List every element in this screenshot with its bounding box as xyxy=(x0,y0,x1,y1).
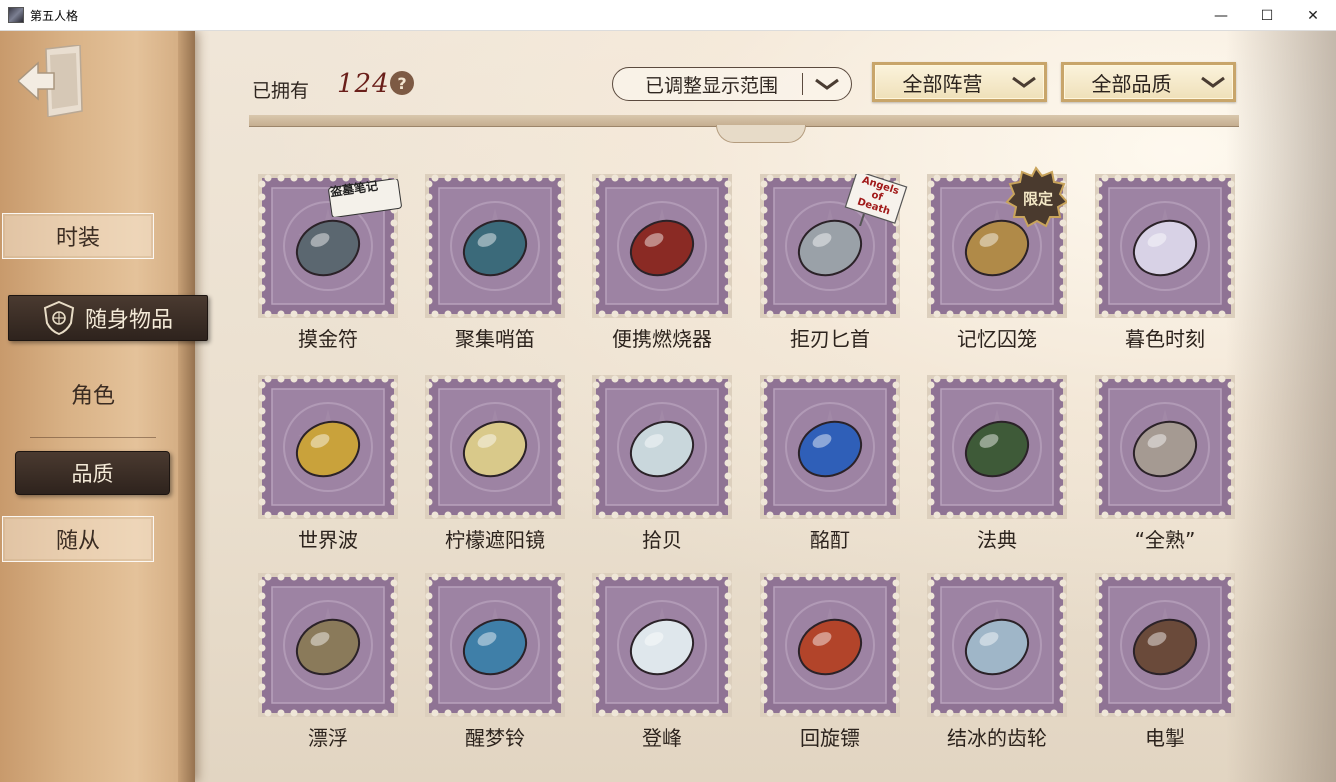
sidebar-item-label: 随从 xyxy=(55,529,100,554)
sidebar-item-quality[interactable]: 品质 xyxy=(15,451,170,495)
accessory-item[interactable]: 便携燃烧器 xyxy=(592,174,732,354)
item-name: 拾贝 xyxy=(642,528,682,552)
item-stamp-icon xyxy=(1095,174,1235,318)
accessory-item[interactable]: 限定记忆囚笼 xyxy=(927,166,1067,354)
accessory-item[interactable]: 法典 xyxy=(927,375,1067,555)
item-stamp-icon xyxy=(258,375,398,519)
window-title: 第五人格 xyxy=(30,8,79,23)
accessory-item[interactable]: 酩酊 xyxy=(760,375,900,555)
sidebar-item-label: 随身物品 xyxy=(84,308,173,333)
chevron-down-icon xyxy=(803,77,851,91)
sidebar-divider xyxy=(30,437,156,438)
item-name: 拒刃匕首 xyxy=(790,327,870,351)
item-name: 记忆囚笼 xyxy=(957,327,1037,351)
item-stamp-icon xyxy=(760,573,900,717)
right-shadow xyxy=(1226,31,1336,782)
accessory-item[interactable]: 电掣 xyxy=(1095,573,1235,753)
item-name: 漂浮 xyxy=(308,726,348,750)
limited-badge-label: 限定 xyxy=(1023,190,1054,208)
close-button[interactable]: ✕ xyxy=(1290,0,1336,31)
item-name: 法典 xyxy=(977,528,1017,552)
accessory-item[interactable]: Angels of Death 拒刃匕首 xyxy=(760,174,908,354)
owned-label: 已拥有 xyxy=(252,80,310,102)
window-titlebar: 第五人格 — ☐ ✕ xyxy=(0,0,1336,31)
item-name: 酩酊 xyxy=(810,528,850,552)
quality-select-label: 全部品质 xyxy=(1091,71,1172,96)
item-name: 登峰 xyxy=(642,726,682,750)
item-name: 聚集哨笛 xyxy=(455,327,535,351)
item-name: 摸金符 xyxy=(298,327,358,351)
item-name: 世界波 xyxy=(298,528,358,552)
sidebar-item-label: 角色 xyxy=(70,384,115,409)
accessory-item[interactable]: 登峰 xyxy=(592,573,732,753)
accessory-item[interactable]: 世界波 xyxy=(258,375,398,555)
item-stamp-icon xyxy=(927,375,1067,519)
display-range-label: 已调整显示范围 xyxy=(644,74,778,97)
accessory-item[interactable]: 结冰的齿轮 xyxy=(927,573,1067,753)
accessory-item[interactable]: 醒梦铃 xyxy=(425,573,565,753)
chevron-down-icon xyxy=(1193,75,1233,89)
maximize-button[interactable]: ☐ xyxy=(1244,0,1290,31)
item-name: 回旋镖 xyxy=(800,726,860,750)
item-name: 暮色时刻 xyxy=(1125,327,1205,351)
back-button[interactable] xyxy=(16,44,86,118)
accessory-item[interactable]: 聚集哨笛 xyxy=(425,174,565,354)
help-icon[interactable]: ? xyxy=(390,71,414,95)
item-name: “全熟” xyxy=(1134,528,1196,552)
item-stamp-icon xyxy=(592,573,732,717)
faction-select[interactable]: 全部阵营 xyxy=(872,62,1047,102)
item-name: 结冰的齿轮 xyxy=(947,726,1047,750)
sidebar-item-followers[interactable]: 随从 xyxy=(2,516,154,562)
sidebar-item-character[interactable]: 角色 xyxy=(20,371,166,417)
minimize-button[interactable]: — xyxy=(1198,0,1244,31)
item-stamp-icon xyxy=(258,573,398,717)
item-stamp-icon xyxy=(927,573,1067,717)
exit-icon xyxy=(16,44,83,118)
accessory-item[interactable]: 回旋镖 xyxy=(760,573,900,753)
shield-icon xyxy=(43,301,75,335)
window-controls: — ☐ ✕ xyxy=(1198,0,1336,31)
item-name: 柠檬遮阳镜 xyxy=(445,528,545,552)
item-name: 电掣 xyxy=(1145,726,1185,750)
display-range-select[interactable]: 已调整显示范围 xyxy=(612,67,852,101)
sidebar-item-fashion[interactable]: 时装 xyxy=(2,213,154,259)
accessory-item[interactable]: 拾贝 xyxy=(592,375,732,555)
quality-select[interactable]: 全部品质 xyxy=(1061,62,1236,102)
faction-select-label: 全部阵营 xyxy=(902,71,983,96)
accessory-item[interactable]: 暮色时刻 xyxy=(1095,174,1235,354)
sidebar-item-label: 品质 xyxy=(71,462,114,486)
item-stamp-icon xyxy=(425,573,565,717)
game-viewport: 时装 随身物品 角色 品质 随从 已拥有 124 ? 已调整显示范围 全部阵营 xyxy=(0,31,1336,782)
item-name: 醒梦铃 xyxy=(465,726,525,750)
header-divider-tab xyxy=(716,125,806,143)
owned-count: 124 xyxy=(337,69,390,99)
accessory-item[interactable]: 漂浮 xyxy=(258,573,398,753)
app-icon xyxy=(8,7,24,23)
item-stamp-icon xyxy=(1095,375,1235,519)
accessory-item[interactable]: 盗墓笔记 摸金符 xyxy=(258,174,402,354)
accessory-item[interactable]: 柠檬遮阳镜 xyxy=(425,375,565,555)
item-name: 便携燃烧器 xyxy=(612,327,712,351)
chevron-down-icon xyxy=(1004,75,1044,89)
item-stamp-icon xyxy=(425,375,565,519)
item-stamp-icon xyxy=(1095,573,1235,717)
sidebar-item-label: 时装 xyxy=(55,226,100,251)
item-stamp-icon xyxy=(760,375,900,519)
accessory-item[interactable]: “全熟” xyxy=(1095,375,1235,555)
sidebar-item-accessories[interactable]: 随身物品 xyxy=(8,295,208,341)
item-stamp-icon xyxy=(592,375,732,519)
item-stamp-icon xyxy=(425,174,565,318)
item-stamp-icon xyxy=(592,174,732,318)
